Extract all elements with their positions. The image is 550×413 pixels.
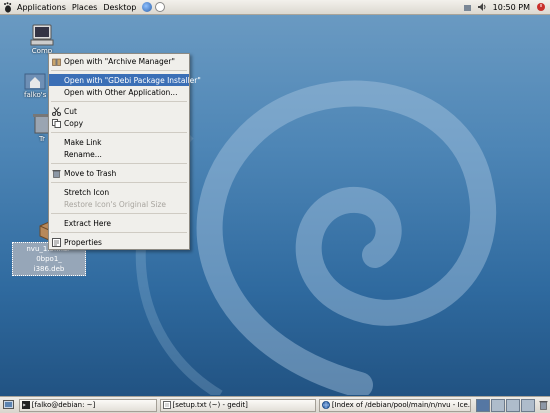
trash-icon xyxy=(52,170,61,178)
menu-item-open-other-application[interactable]: Open with Other Application... xyxy=(49,86,189,98)
scissors-icon xyxy=(52,107,61,116)
menu-item-label: Move to Trash xyxy=(64,168,117,178)
workspace-3[interactable] xyxy=(506,398,521,412)
computer-icon xyxy=(30,24,54,46)
menu-item-move-to-trash[interactable]: Move to Trash xyxy=(49,167,189,179)
workspace-switcher xyxy=(476,398,536,412)
menu-item-cut[interactable]: Cut xyxy=(49,105,189,117)
applications-menu[interactable]: Applications xyxy=(17,3,66,12)
menu-separator xyxy=(51,163,187,164)
home-folder-icon xyxy=(24,73,46,90)
menu-separator xyxy=(51,232,187,233)
file-context-menu: Open with "Archive Manager" Open with "G… xyxy=(48,53,201,250)
menu-item-label: Restore Icon's Original Size xyxy=(64,199,167,209)
update-notifier-icon[interactable] xyxy=(463,2,473,12)
menu-separator xyxy=(51,70,187,71)
terminal-icon xyxy=(21,401,30,409)
deb-package-label-line2: i386.deb xyxy=(33,265,65,273)
show-desktop-icon[interactable] xyxy=(3,399,15,411)
taskbar-button-terminal[interactable]: [falko@debian: ~] xyxy=(18,398,157,412)
menu-item-rename[interactable]: Rename... xyxy=(49,148,189,160)
copy-icon xyxy=(52,119,61,128)
menu-item-label: Make Link xyxy=(64,137,102,147)
workspace-1[interactable] xyxy=(476,398,491,412)
text-editor-icon xyxy=(162,401,171,409)
shutdown-icon[interactable] xyxy=(536,2,546,12)
menu-item-open-archive-manager[interactable]: Open with "Archive Manager" xyxy=(49,55,189,67)
workspace-4[interactable] xyxy=(521,398,536,412)
top-panel: Applications Places Desktop 10:50 PM xyxy=(0,0,550,15)
menu-item-label: Open with "Archive Manager" xyxy=(64,56,175,66)
menu-item-make-link[interactable]: Make Link xyxy=(49,136,189,148)
menu-item-properties[interactable]: Properties xyxy=(49,236,189,248)
mail-launcher-icon[interactable] xyxy=(155,2,166,12)
menu-separator xyxy=(51,213,187,214)
gnome-foot-icon xyxy=(2,1,14,13)
clock[interactable]: 10:50 PM xyxy=(493,3,530,12)
task-label: [Index of /debian/pool/main/n/nvu - Ice.… xyxy=(331,401,472,409)
menu-item-label: Cut xyxy=(64,106,77,116)
task-label: [falko@debian: ~] xyxy=(31,401,96,409)
menu-item-label: Extract Here xyxy=(64,218,112,228)
web-browser-launcher-icon[interactable] xyxy=(142,2,153,12)
properties-icon xyxy=(52,238,61,247)
menu-item-restore-icon-size: Restore Icon's Original Size xyxy=(49,198,189,210)
menu-item-label: Copy xyxy=(64,118,84,128)
menu-item-label: Stretch Icon xyxy=(64,187,110,197)
home-folder-desktop-icon[interactable]: falko's xyxy=(24,70,46,99)
menu-separator xyxy=(51,182,187,183)
menu-separator xyxy=(51,101,187,102)
home-folder-label: falko's xyxy=(24,91,47,99)
menu-item-stretch-icon[interactable]: Stretch Icon xyxy=(49,186,189,198)
task-label: [setup.txt (~) - gedit] xyxy=(172,401,248,409)
workspace-2[interactable] xyxy=(491,398,506,412)
taskbar-button-iceweasel[interactable]: [Index of /debian/pool/main/n/nvu - Ice.… xyxy=(318,398,472,412)
trash-label: Tr xyxy=(38,135,46,143)
menu-item-extract-here[interactable]: Extract Here xyxy=(49,217,189,229)
top-panel-tray: 10:50 PM xyxy=(461,0,548,14)
computer-desktop-icon[interactable]: Comp xyxy=(30,24,54,55)
menu-item-label: Properties xyxy=(64,237,102,247)
places-menu[interactable]: Places xyxy=(72,3,97,12)
taskbar-button-gedit[interactable]: [setup.txt (~) - gedit] xyxy=(159,398,316,412)
menu-item-label: Rename... xyxy=(64,149,102,159)
menu-item-copy[interactable]: Copy xyxy=(49,117,189,129)
browser-icon xyxy=(321,401,330,409)
menu-separator xyxy=(51,132,187,133)
menu-item-open-gdebi[interactable]: Open with "GDebi Package Installer" xyxy=(49,74,201,86)
archive-icon xyxy=(52,58,61,66)
trash-applet-icon[interactable] xyxy=(538,400,548,410)
menu-item-label: Open with Other Application... xyxy=(64,87,178,97)
menu-item-label: Open with "GDebi Package Installer" xyxy=(64,75,201,85)
volume-icon[interactable] xyxy=(477,2,487,12)
bottom-panel: [falko@debian: ~] [setup.txt (~) - gedit… xyxy=(0,396,550,413)
desktop-menu[interactable]: Desktop xyxy=(103,3,136,12)
